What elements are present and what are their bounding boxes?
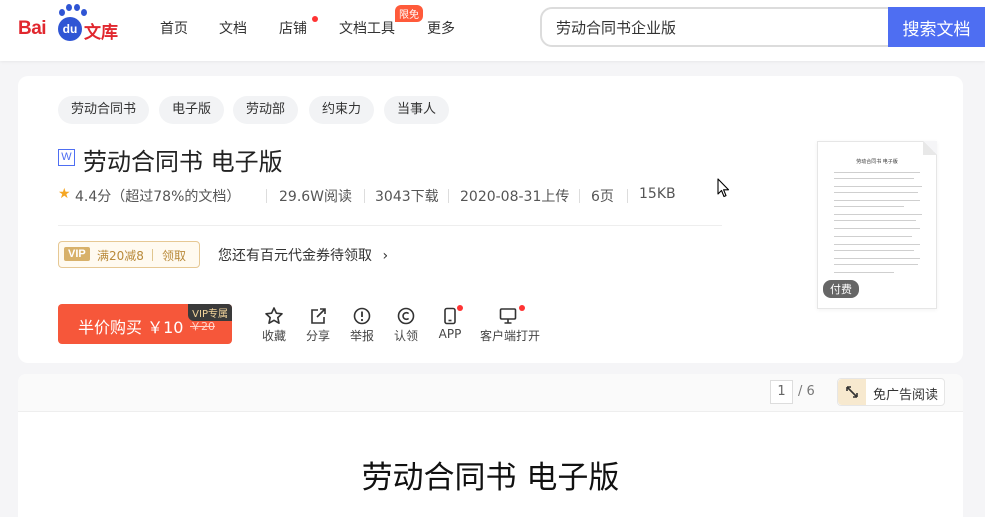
download-count: 3043下载 [375, 189, 439, 205]
star-icon [265, 307, 283, 324]
mouse-cursor-icon [717, 178, 731, 202]
logo-bai: Bai [18, 18, 47, 39]
nav-docs[interactable]: 文档 [219, 18, 247, 38]
meta-divider [364, 189, 365, 203]
copyright-icon [397, 307, 415, 325]
tag-item[interactable]: 劳动合同书 [58, 96, 150, 124]
limited-free-badge: 限免 [395, 5, 423, 22]
doc-page-title: 劳动合同书 电子版 [361, 460, 620, 496]
client-open-label: 客户端打开 [480, 329, 541, 343]
nav-doc-tools[interactable]: 文档工具 限免 [339, 5, 423, 38]
reader-toolbar: 1 / 6 免广告阅读 [18, 374, 963, 412]
client-red-dot [519, 305, 525, 311]
section-divider [58, 225, 722, 226]
share-label: 分享 [305, 329, 330, 343]
thumb-line [834, 172, 920, 173]
doc-info-card: 劳动合同书 电子版 劳动部 约束力 当事人 W 劳动合同书 电子版 ★ 4.4分… [18, 76, 963, 363]
file-size: 15KB [639, 186, 676, 202]
ad-free-reading-button[interactable]: 免广告阅读 [837, 378, 945, 406]
share-icon [311, 308, 326, 324]
thumb-line [834, 258, 920, 259]
read-count: 29.6W阅读 [279, 189, 353, 205]
nav-shop-dot [312, 16, 318, 22]
nav-more[interactable]: 更多 [427, 18, 455, 38]
ad-free-label: 免广告阅读 [873, 388, 939, 403]
monitor-icon [499, 308, 517, 324]
page-fold [923, 141, 937, 155]
top-header: Bai du 文库 首页 文档 店铺 文档工具 限免 更多 搜索文档 [0, 0, 985, 61]
baidu-wenku-logo[interactable]: Bai du 文库 [18, 4, 122, 43]
favorite-button[interactable]: 收藏 [254, 306, 294, 344]
thumb-line [834, 228, 920, 229]
thumb-line [834, 200, 920, 201]
coupon-get-button[interactable]: 领取 [162, 247, 186, 264]
doc-thumbnail[interactable]: 劳动合同书 电子版 付费 [817, 141, 937, 309]
tag-item[interactable]: 当事人 [384, 96, 450, 124]
paw-icon [56, 4, 87, 18]
tag-item[interactable]: 约束力 [309, 96, 375, 124]
vip-badge: VIP [64, 247, 90, 261]
thumb-line [834, 250, 914, 251]
upload-date: 2020-08-31上传 [460, 189, 570, 205]
word-doc-icon: W [58, 149, 75, 166]
thumb-line [834, 272, 894, 273]
meta-divider [448, 189, 449, 203]
favorite-label: 收藏 [261, 329, 286, 343]
coupon-chip[interactable]: VIP 满20减8 领取 [58, 241, 200, 268]
share-button[interactable]: 分享 [298, 306, 338, 344]
nav-doc-tools-label: 文档工具 [339, 21, 395, 37]
report-label: 举报 [349, 329, 374, 343]
coupon-tip-text: 您还有百元代金券待领取 [218, 248, 372, 264]
page-total: / 6 [798, 384, 815, 399]
rating-text: 4.4分（超过78%的文档） [75, 189, 241, 205]
claim-label: 认领 [393, 329, 418, 343]
meta-divider [266, 189, 267, 203]
meta-divider [627, 189, 628, 203]
search-input[interactable] [556, 17, 886, 37]
thumb-title: 劳动合同书 电子版 [856, 159, 898, 165]
thumb-line [834, 220, 916, 221]
app-button[interactable]: APP [430, 305, 470, 341]
coupon-text: 满20减8 [97, 249, 144, 263]
client-open-button[interactable]: 客户端打开 [480, 305, 541, 344]
report-icon [353, 307, 371, 325]
meta-divider [579, 189, 580, 203]
doc-title: 劳动合同书 电子版 [83, 148, 283, 176]
thumb-line [834, 214, 922, 215]
paid-badge: 付费 [823, 280, 859, 298]
expand-icon [838, 379, 866, 405]
doc-reader: 1 / 6 免广告阅读 劳动合同书 电子版 [18, 374, 963, 517]
search-button[interactable]: 搜索文档 [888, 7, 985, 47]
half-price-buy-button[interactable]: 半价购买 ￥10 ￥20 VIP专属 [58, 304, 232, 344]
chevron-right-icon: › [382, 248, 389, 264]
tag-item[interactable]: 劳动部 [233, 96, 299, 124]
app-label: APP [438, 327, 462, 341]
thumb-line [834, 264, 918, 265]
thumb-line [834, 192, 918, 193]
logo-wenku: 文库 [84, 23, 118, 43]
app-red-dot [457, 305, 463, 311]
thumb-line [834, 244, 920, 245]
claim-button[interactable]: 认领 [386, 306, 426, 344]
report-button[interactable]: 举报 [342, 306, 382, 344]
nav-shop[interactable]: 店铺 [279, 18, 307, 38]
coupon-tip-link[interactable]: 您还有百元代金券待领取 › [218, 245, 388, 265]
star-rating-icon: ★ [58, 186, 71, 202]
nav-home[interactable]: 首页 [160, 18, 188, 38]
logo-du: du [58, 17, 82, 41]
buy-label: 半价购买 ￥10 [78, 318, 184, 337]
page-count: 6页 [591, 189, 614, 205]
thumb-line [834, 206, 904, 207]
tag-item[interactable]: 电子版 [159, 96, 225, 124]
vip-exclusive-badge: VIP专属 [188, 304, 232, 321]
thumb-line [834, 186, 922, 187]
thumb-line [834, 236, 912, 237]
page-number-input[interactable]: 1 [770, 380, 793, 404]
coupon-divider [152, 249, 153, 261]
thumb-line [834, 178, 914, 179]
